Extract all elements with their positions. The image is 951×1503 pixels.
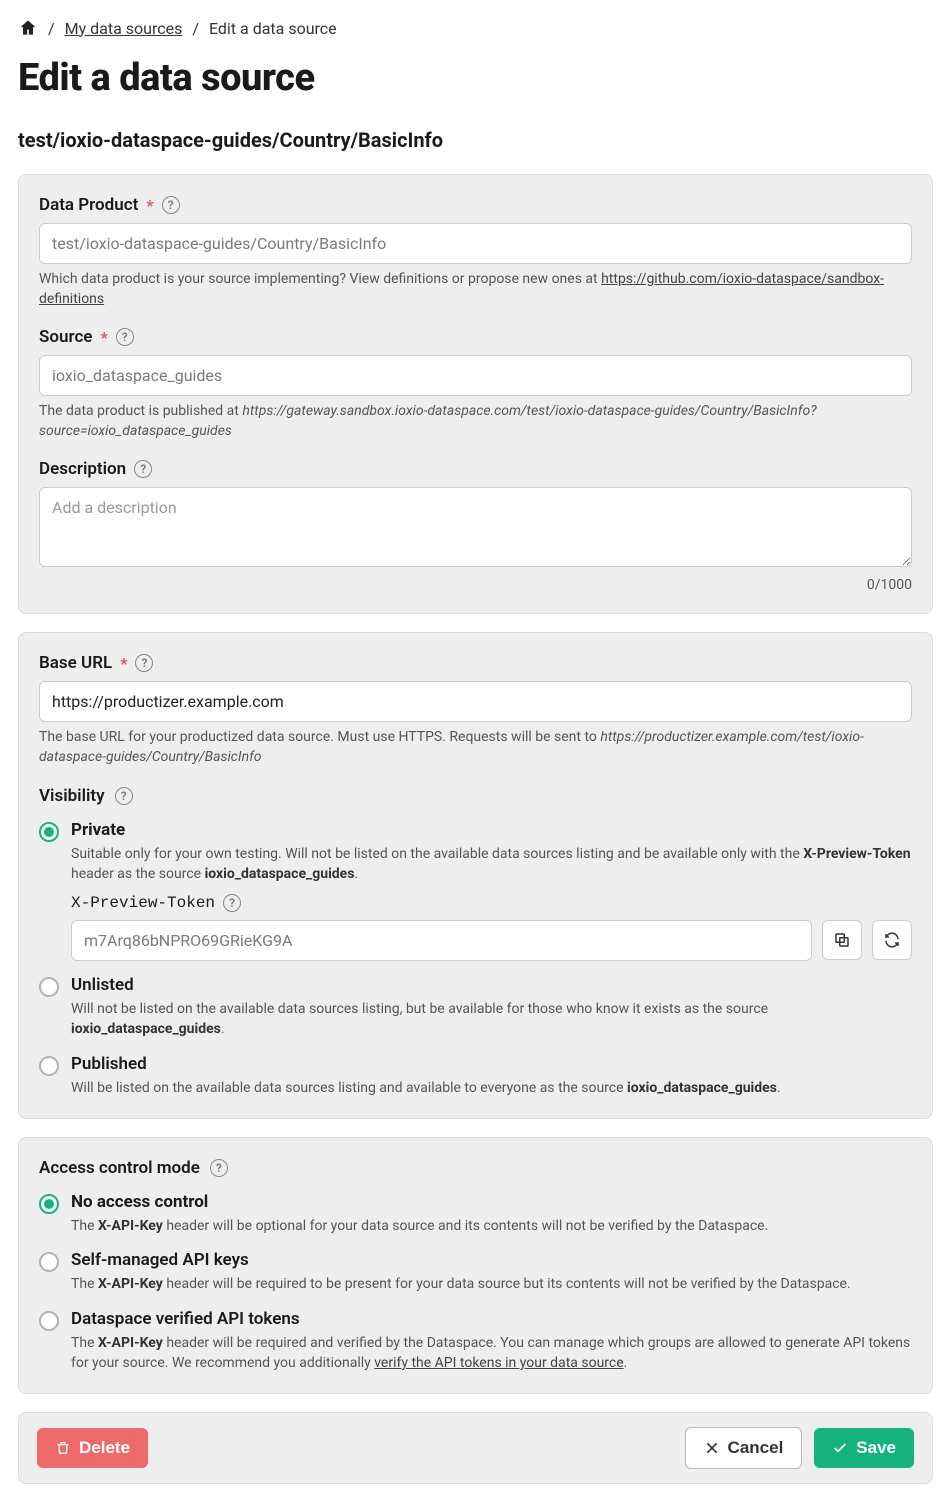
refresh-button[interactable] bbox=[872, 920, 912, 960]
copy-icon bbox=[833, 931, 851, 949]
help-icon[interactable]: ? bbox=[162, 196, 180, 214]
access-verified-radio[interactable] bbox=[39, 1311, 59, 1331]
source-input[interactable] bbox=[39, 355, 912, 396]
visibility-unlisted-radio[interactable] bbox=[39, 977, 59, 997]
preview-token-input[interactable] bbox=[71, 920, 812, 961]
access-none-title: No access control bbox=[71, 1192, 912, 1212]
data-product-input[interactable] bbox=[39, 223, 912, 264]
trash-icon bbox=[55, 1440, 71, 1456]
access-self-radio[interactable] bbox=[39, 1252, 59, 1272]
source-hint: The data product is published at https:/… bbox=[39, 402, 912, 441]
description-input[interactable] bbox=[39, 487, 912, 567]
base-url-input[interactable] bbox=[39, 681, 912, 722]
description-counter: 0/1000 bbox=[39, 577, 912, 593]
data-product-label: Data Product bbox=[39, 195, 138, 215]
access-label: Access control mode bbox=[39, 1158, 200, 1178]
description-label: Description bbox=[39, 459, 126, 479]
breadcrumb: / My data sources / Edit a data source bbox=[18, 18, 933, 38]
breadcrumb-current: Edit a data source bbox=[209, 19, 337, 38]
help-icon[interactable]: ? bbox=[210, 1159, 228, 1177]
save-button[interactable]: Save bbox=[814, 1428, 914, 1468]
base-url-hint: The base URL for your productized data s… bbox=[39, 728, 912, 767]
card-access-control: Access control mode ? No access control … bbox=[18, 1137, 933, 1394]
page-subtitle: test/ioxio-dataspace-guides/Country/Basi… bbox=[18, 128, 933, 152]
base-url-label: Base URL bbox=[39, 653, 112, 673]
cancel-button[interactable]: Cancel bbox=[685, 1427, 803, 1469]
source-label: Source bbox=[39, 327, 92, 347]
breadcrumb-my-sources[interactable]: My data sources bbox=[65, 19, 183, 38]
access-self-title: Self-managed API keys bbox=[71, 1250, 912, 1270]
home-icon[interactable] bbox=[18, 18, 38, 38]
visibility-published-title: Published bbox=[71, 1054, 912, 1074]
refresh-icon bbox=[883, 931, 901, 949]
access-none-radio[interactable] bbox=[39, 1194, 59, 1214]
help-icon[interactable]: ? bbox=[116, 328, 134, 346]
delete-button[interactable]: Delete bbox=[37, 1428, 148, 1468]
help-icon[interactable]: ? bbox=[115, 787, 133, 805]
copy-button[interactable] bbox=[822, 920, 862, 960]
data-product-hint: Which data product is your source implem… bbox=[39, 270, 912, 309]
visibility-unlisted-title: Unlisted bbox=[71, 975, 912, 995]
verify-tokens-link[interactable]: verify the API tokens in your data sourc… bbox=[374, 1355, 623, 1371]
help-icon[interactable]: ? bbox=[135, 654, 153, 672]
preview-token-label: X-Preview-Token bbox=[71, 894, 215, 912]
card-basic: Data Product * ? Which data product is y… bbox=[18, 174, 933, 614]
visibility-label: Visibility bbox=[39, 786, 105, 806]
visibility-published-radio[interactable] bbox=[39, 1056, 59, 1076]
visibility-private-title: Private bbox=[71, 820, 912, 840]
card-url-visibility: Base URL * ? The base URL for your produ… bbox=[18, 632, 933, 1119]
help-icon[interactable]: ? bbox=[223, 894, 241, 912]
page-title: Edit a data source bbox=[18, 56, 933, 100]
close-icon bbox=[704, 1440, 720, 1456]
footer-actions: Delete Cancel Save bbox=[18, 1412, 933, 1484]
access-verified-title: Dataspace verified API tokens bbox=[71, 1309, 912, 1329]
help-icon[interactable]: ? bbox=[134, 460, 152, 478]
visibility-private-radio[interactable] bbox=[39, 822, 59, 842]
check-icon bbox=[832, 1440, 848, 1456]
